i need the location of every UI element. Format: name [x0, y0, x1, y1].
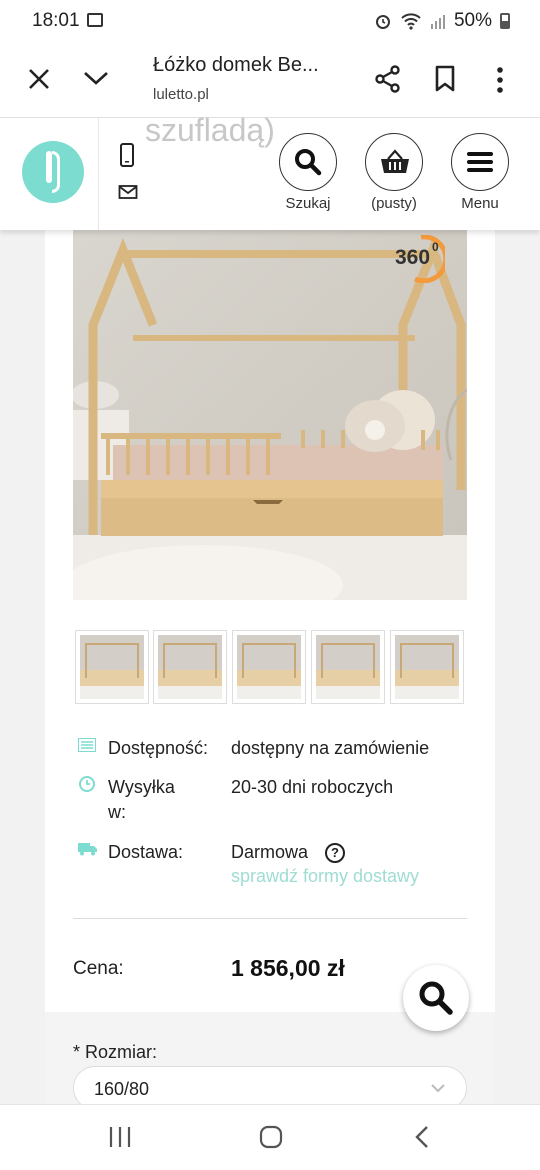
site-logo[interactable]	[22, 141, 84, 203]
status-icons: 50%	[374, 10, 510, 32]
size-label: * Rozmiar:	[73, 1042, 158, 1062]
bookmark-icon[interactable]	[434, 65, 456, 93]
battery-percent: 50%	[453, 10, 492, 31]
cart-button[interactable]	[365, 133, 423, 191]
360-view-badge[interactable]: 360 0	[393, 235, 445, 283]
thumbnail-2[interactable]	[153, 630, 227, 704]
thumbnail-3[interactable]	[232, 630, 306, 704]
clock-icon	[79, 776, 95, 792]
page-title[interactable]: Łóżko domek Be...	[153, 54, 319, 77]
availability-value: dostępny na zamówienie	[231, 738, 430, 758]
wifi-icon	[401, 13, 421, 30]
product-photo-bed	[73, 230, 467, 600]
cart-label[interactable]: (pusty)	[344, 195, 444, 212]
availability-label: Dostępność:	[108, 738, 209, 758]
delivery-options-link[interactable]: sprawdź formy dostawy	[231, 866, 419, 887]
menu-label[interactable]: Menu	[430, 195, 530, 212]
thumbnail-1[interactable]	[75, 630, 149, 704]
product-main-image[interactable]: 360 0	[73, 230, 467, 600]
truck-icon	[78, 843, 97, 856]
search-icon	[295, 149, 322, 176]
chevron-down-icon[interactable]	[83, 70, 109, 86]
size-selected-value: 160/80	[94, 1079, 150, 1099]
shipping-label-line2: w:	[108, 802, 126, 822]
header-divider	[98, 118, 99, 230]
phone-icon[interactable]	[119, 142, 135, 168]
signal-icon	[430, 15, 445, 29]
hamburger-icon	[467, 152, 493, 172]
gallery-icon	[87, 13, 103, 27]
back-icon[interactable]	[414, 1125, 430, 1149]
alarm-icon	[375, 15, 390, 29]
mail-icon[interactable]	[118, 184, 138, 200]
chevron-down-icon	[431, 1084, 445, 1093]
360-label: 360	[395, 246, 431, 269]
status-bar: 18:01 50%	[0, 0, 540, 40]
battery-icon	[500, 13, 510, 29]
basket-icon	[381, 149, 409, 173]
system-nav-bar	[0, 1104, 540, 1170]
shipping-label-line1: Wysyłka	[108, 777, 175, 797]
more-vert-icon[interactable]	[495, 67, 505, 93]
thumbnail-5[interactable]	[390, 630, 464, 704]
search-button[interactable]	[279, 133, 337, 191]
thumbnail-4[interactable]	[311, 630, 385, 704]
menu-button[interactable]	[451, 133, 509, 191]
price-label: Cena:	[73, 958, 124, 979]
share-icon[interactable]	[374, 65, 402, 93]
price-value: 1 856,00 zł	[231, 955, 345, 981]
delivery-value: Darmowa	[231, 842, 309, 862]
home-icon[interactable]	[259, 1125, 283, 1149]
clock: 18:01	[32, 10, 80, 31]
search-icon	[419, 981, 453, 1015]
ghost-heading-text: szufladą)	[145, 112, 275, 148]
search-label[interactable]: Szukaj	[258, 195, 358, 212]
site-header: szufladą) Szukaj (pusty) Menu	[0, 112, 540, 230]
browser-toolbar: Łóżko domek Be... luletto.pl	[0, 40, 540, 118]
availability-icon	[78, 738, 96, 752]
delivery-help-icon[interactable]: ?	[325, 843, 345, 863]
360-degree-sup: 0	[432, 240, 439, 254]
delivery-label: Dostawa:	[108, 842, 184, 862]
shipping-value: 20-30 dni roboczych	[231, 777, 394, 797]
close-icon[interactable]	[28, 68, 50, 90]
recent-apps-icon[interactable]	[108, 1126, 132, 1148]
page-domain[interactable]: luletto.pl	[153, 86, 209, 103]
floating-search-button[interactable]	[403, 965, 469, 1031]
divider	[73, 918, 467, 919]
